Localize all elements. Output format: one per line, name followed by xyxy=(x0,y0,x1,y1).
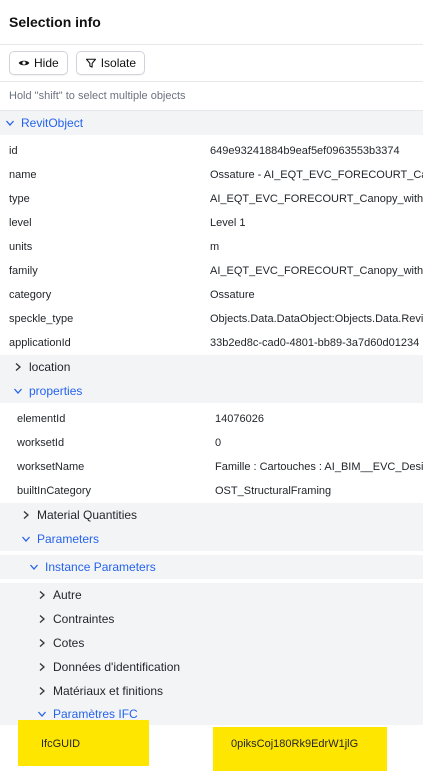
section-material-quantities[interactable]: Material Quantities xyxy=(0,503,423,527)
section-label: Matériaux et finitions xyxy=(53,684,164,698)
property-row-workset-id: worksetId 0 xyxy=(0,431,423,455)
property-row-ifc-guid: IfcGUID 0piksCoj180Rk9EdrW1jlG xyxy=(0,732,423,756)
property-value: 0 xyxy=(215,437,222,449)
section-label: Material Quantities xyxy=(37,508,138,522)
chevron-down-icon xyxy=(38,711,46,717)
property-row-level: level Level 1 xyxy=(0,211,423,235)
chevron-right-icon xyxy=(15,363,21,371)
property-key: elementId xyxy=(17,413,66,425)
section-parameters[interactable]: Parameters xyxy=(0,527,423,551)
property-key: IfcGUID xyxy=(41,738,81,750)
property-row-type: type AI_EQT_EVC_FORECOURT_Canopy_with_Car… xyxy=(0,187,423,211)
section-label: Cotes xyxy=(53,636,85,650)
section-label: Instance Parameters xyxy=(45,560,156,574)
section-label: Paramètres IFC xyxy=(53,707,138,721)
section-label: Contraintes xyxy=(53,612,115,626)
eye-icon xyxy=(18,60,30,66)
toolbar: Hide Isolate xyxy=(0,45,423,82)
chevron-down-icon xyxy=(30,564,38,570)
property-value: Ossature xyxy=(210,289,255,301)
section-properties[interactable]: properties xyxy=(0,379,423,403)
property-key: id xyxy=(9,145,18,157)
section-label: properties xyxy=(29,384,83,398)
property-key: speckle_type xyxy=(9,313,74,325)
chevron-right-icon xyxy=(23,511,29,519)
property-row-family: family AI_EQT_EVC_FORECOURT_Canopy_with_C… xyxy=(0,259,423,283)
section-label: Données d'identification xyxy=(53,660,181,674)
section-revit-object[interactable]: RevitObject xyxy=(0,111,423,135)
property-key: worksetName xyxy=(17,461,85,473)
property-key: level xyxy=(9,217,32,229)
section-label: RevitObject xyxy=(21,116,84,130)
property-key: category xyxy=(9,289,52,301)
chevron-right-icon xyxy=(39,591,45,599)
chevron-down-icon xyxy=(6,120,14,126)
property-row-element-id: elementId 14076026 xyxy=(0,407,423,431)
property-row-category: category Ossature xyxy=(0,283,423,307)
filter-icon xyxy=(85,58,96,68)
section-label: location xyxy=(29,360,71,374)
section-donnees-identification[interactable]: Données d'identification xyxy=(0,655,423,679)
chevron-down-icon xyxy=(14,388,22,394)
property-row-speckle-type: speckle_type Objects.Data.DataObject:Obje… xyxy=(0,307,423,331)
section-label: Autre xyxy=(53,588,82,602)
property-value: AI_EQT_EVC_FORECOURT_Canopy_with_Cartouc… xyxy=(210,265,423,277)
section-autre[interactable]: Autre xyxy=(0,583,423,607)
property-value: 0piksCoj180Rk9EdrW1jlG xyxy=(231,738,359,750)
hide-button-label: Hide xyxy=(34,56,59,70)
property-key: type xyxy=(9,193,30,205)
property-row-built-in-category: builtInCategory OST_StructuralFraming xyxy=(0,479,423,503)
section-materiaux-finitions[interactable]: Matériaux et finitions xyxy=(0,679,423,703)
section-label: Parameters xyxy=(37,532,100,546)
selection-hint: Hold "shift" to select multiple objects xyxy=(0,82,423,111)
chevron-right-icon xyxy=(39,663,45,671)
panel-title: Selection info xyxy=(9,14,101,30)
panel-header: Selection info xyxy=(0,0,423,45)
isolate-button[interactable]: Isolate xyxy=(75,51,146,75)
chevron-right-icon xyxy=(39,615,45,623)
section-cotes[interactable]: Cotes xyxy=(0,631,423,655)
hide-button[interactable]: Hide xyxy=(9,51,68,75)
property-row-units: units m xyxy=(0,235,423,259)
section-instance-parameters[interactable]: Instance Parameters xyxy=(0,555,423,579)
property-value: Level 1 xyxy=(210,217,246,229)
property-value: 649e93241884b9eaf5ef0963553b3374 xyxy=(210,145,400,157)
property-value: 33b2ed8c-cad0-4801-bb89-3a7d60d01234 xyxy=(210,337,420,349)
property-key: worksetId xyxy=(17,437,65,449)
property-value: 14076026 xyxy=(215,413,264,425)
property-value: m xyxy=(210,241,220,253)
chevron-down-icon xyxy=(22,536,30,542)
property-value: OST_StructuralFraming xyxy=(215,485,332,497)
property-row-name: name Ossature - AI_EQT_EVC_FORECOURT_Cano… xyxy=(0,163,423,187)
property-key: name xyxy=(9,169,37,181)
section-contraintes[interactable]: Contraintes xyxy=(0,607,423,631)
chevron-right-icon xyxy=(39,639,45,647)
property-row-application-id: applicationId 33b2ed8c-cad0-4801-bb89-3a7… xyxy=(0,331,423,355)
chevron-right-icon xyxy=(39,687,45,695)
property-value: Famille : Cartouches : AI_BIM__EVC_Desig… xyxy=(215,461,423,473)
property-key: units xyxy=(9,241,33,253)
property-key: builtInCategory xyxy=(17,485,91,497)
property-value: Ossature - AI_EQT_EVC_FORECOURT_Canopy_w… xyxy=(210,169,423,181)
property-value: AI_EQT_EVC_FORECOURT_Canopy_with_Cartouc… xyxy=(210,193,423,205)
isolate-button-label: Isolate xyxy=(100,56,137,70)
property-row-workset-name: worksetName Famille : Cartouches : AI_BIM… xyxy=(0,455,423,479)
property-row-id: id 649e93241884b9eaf5ef0963553b3374 xyxy=(0,139,423,163)
property-key: applicationId xyxy=(9,337,71,349)
property-key: family xyxy=(9,265,38,277)
section-location[interactable]: location xyxy=(0,355,423,379)
property-value: Objects.Data.DataObject:Objects.Data.Rev… xyxy=(210,313,423,325)
